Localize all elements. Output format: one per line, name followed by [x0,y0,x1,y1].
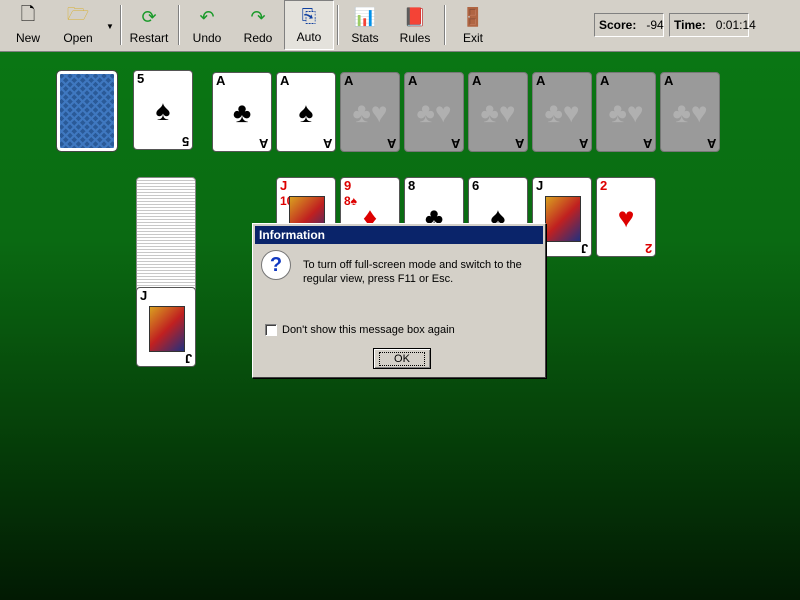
card-rank: A [322,136,332,151]
card-rank: A [216,73,226,88]
undo-icon: ↶ [199,6,215,27]
tableau-card[interactable]: 2 ♥ 2 [596,177,656,257]
auto-icon: ⎘ [301,5,317,26]
card-rank: J [280,178,288,193]
card-suit: ♠ [298,97,314,128]
foundation-pile[interactable]: A ♣♥ A [596,72,656,152]
tableau-facedown-stack[interactable] [136,177,196,297]
score-display: Score: -94 [594,13,664,37]
question-icon: ? [261,250,291,280]
dont-show-checkbox[interactable]: Don't show this message box again [265,324,455,336]
card-rank: A [258,136,268,151]
card-suit: ♣ [232,97,252,128]
card-rank: J [580,241,588,256]
foundation-pile[interactable]: A ♣♥ A [404,72,464,152]
stats-button[interactable]: 📊 Stats [342,0,388,50]
card-rank: J [140,288,148,303]
card-rank: A [408,73,418,88]
face-card-art [545,196,581,242]
card-rank: 9 [344,178,352,193]
redo-button[interactable]: ↷ Redo [235,0,281,50]
foundation-pile[interactable]: A ♣♥ A [340,72,400,152]
card-rank: A [472,73,482,88]
card-rank: A [642,136,652,151]
card-suit: ♣♥ [608,97,644,128]
toolbar-separator [178,5,180,45]
card-rank: 8 [408,178,416,193]
card-rank: J [184,351,192,366]
card-rank: 2 [644,241,652,256]
card-rank: A [344,73,354,88]
redo-icon: ↷ [250,6,266,27]
card-rank: A [280,73,290,88]
tableau-card[interactable]: JJ [136,287,196,367]
card-rank: 6 [472,178,480,193]
information-dialog: Information ? To turn off full-screen mo… [252,223,546,378]
toolbar: 🗋 New 🗁 Open ▼ ⟳ Restart ↶ Undo ↷ Redo ⎘ Auto … [0,0,800,52]
card-rank: A [706,136,716,151]
book-icon: 📕 [403,6,427,27]
rules-button[interactable]: 📕 Rules [392,0,438,50]
bar-chart-icon: 📊 [353,6,377,27]
restart-button[interactable]: ⟳ Restart [126,0,172,50]
card-rank: A [578,136,588,151]
card-rank: A [386,136,396,151]
restart-icon: ⟳ [141,6,157,27]
waste-card[interactable]: 5 ♠ 5 [133,70,193,150]
auto-button[interactable]: ⎘ Auto [284,0,334,50]
card-suit: ♣♥ [352,97,388,128]
exit-button[interactable]: 🚪 Exit [450,0,496,50]
card-rank: A [536,73,546,88]
card-rank: 2 [600,178,608,193]
checkbox-box[interactable] [265,324,277,336]
open-button[interactable]: 🗁 Open [55,0,101,50]
face-card-art [149,306,185,352]
toolbar-separator [337,5,339,45]
toolbar-separator [444,5,446,45]
exit-door-icon: 🚪 [461,6,485,27]
undo-button[interactable]: ↶ Undo [184,0,230,50]
foundation-pile[interactable]: A ♣♥ A [532,72,592,152]
foundation-pile[interactable]: A ♠ A [276,72,336,152]
foundation-pile[interactable]: A ♣♥ A [468,72,528,152]
card-suit: ♥ [617,202,635,233]
open-dropdown-arrow-icon[interactable]: ▼ [106,22,114,31]
new-button[interactable]: 🗋 New [5,0,51,50]
toolbar-separator [120,5,122,45]
ok-button[interactable]: OK [373,348,431,369]
foundation-pile[interactable]: A ♣ A [212,72,272,152]
card-suit: ♣♥ [416,97,452,128]
card-rank: A [514,136,524,151]
card-rank: A [600,73,610,88]
card-suit: ♣♥ [672,97,708,128]
card-rank: A [664,73,674,88]
new-document-icon: 🗋 [20,4,36,24]
time-display: Time: 0:01:14 [669,13,756,37]
stock-pile[interactable] [56,70,118,152]
dialog-message: To turn off full-screen mode and switch … [303,259,522,285]
card-rank: A [450,136,460,151]
card-suit: ♣♥ [544,97,580,128]
card-suit: ♣♥ [480,97,516,128]
foundation-pile[interactable]: A ♣♥ A [660,72,720,152]
folder-open-icon: 🗁 [66,4,90,24]
dialog-title: Information [255,226,543,244]
card-rank: J [536,178,544,193]
